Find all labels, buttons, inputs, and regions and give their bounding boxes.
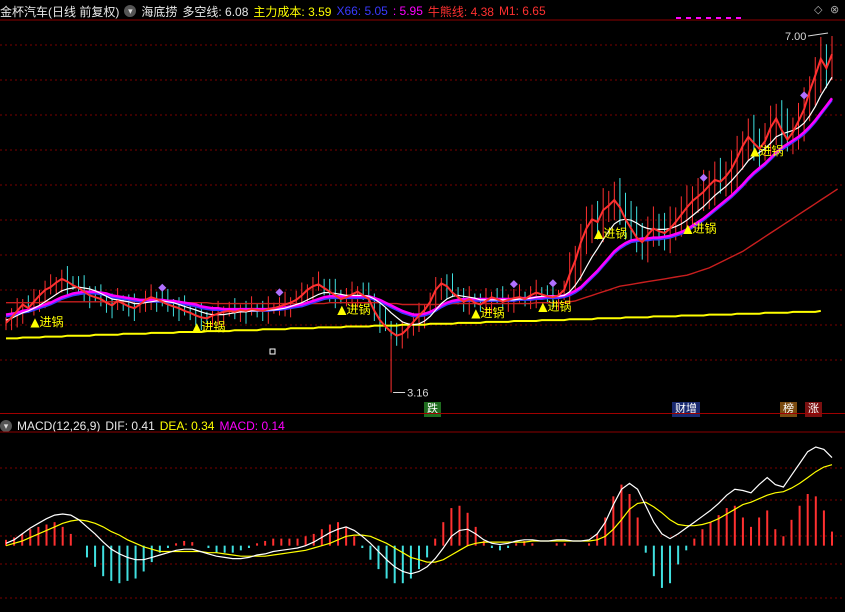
main-price-panel[interactable]: ▲进锅 ▲进锅 ▲进锅 ▲进锅 ▲进锅 ▲进锅 ▲进锅 ▲进锅 7.00 3.16 bbox=[5, 17, 838, 400]
buy-signal-label: ▲进锅 bbox=[750, 143, 783, 158]
buy-signal-label: ▲进锅 bbox=[471, 305, 504, 320]
diamond-marker bbox=[699, 173, 708, 182]
diamond-marker bbox=[509, 280, 518, 289]
buy-signal-label: ▲进锅 bbox=[192, 319, 225, 334]
high-price-label: 7.00 bbox=[785, 31, 806, 43]
buy-signal-label: ▲进锅 bbox=[30, 314, 63, 329]
diamond-marker bbox=[548, 279, 557, 288]
diamond-marker bbox=[158, 283, 167, 292]
price-close-line bbox=[5, 53, 833, 337]
multi-line bbox=[5, 76, 833, 326]
low-price-label: 3.16 bbox=[407, 388, 428, 400]
buy-signal-label: ▲进锅 bbox=[337, 301, 370, 316]
high-arrow bbox=[807, 32, 829, 37]
stock-chart[interactable]: ▲进锅 ▲进锅 ▲进锅 ▲进锅 ▲进锅 ▲进锅 ▲进锅 ▲进锅 7.00 3.16 bbox=[0, 0, 845, 612]
x66-line bbox=[5, 99, 833, 318]
bull-bear-line bbox=[6, 188, 838, 306]
pink-line bbox=[5, 97, 833, 316]
buy-signal-label: ▲进锅 bbox=[594, 225, 627, 240]
macd-panel[interactable] bbox=[5, 446, 833, 588]
buy-signal-label: ▲进锅 bbox=[683, 221, 716, 236]
grid-lines bbox=[0, 19, 845, 599]
selection-marker bbox=[269, 348, 276, 355]
buy-signal-label: ▲进锅 bbox=[538, 299, 571, 314]
